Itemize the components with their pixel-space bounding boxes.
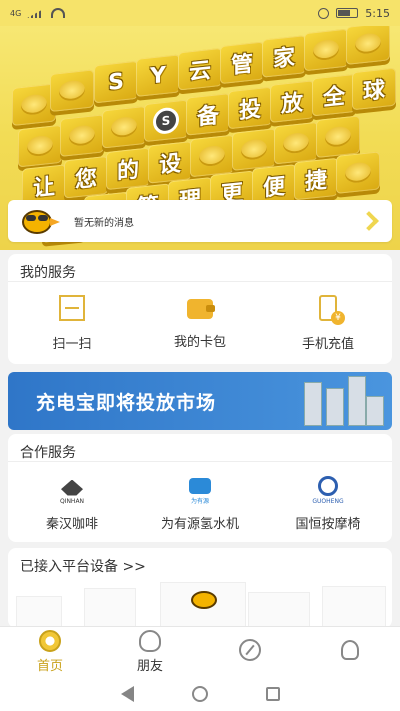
network-type: 4G bbox=[10, 8, 22, 18]
section-title: 合作服务 bbox=[8, 434, 392, 462]
partner-label: 为有源氢水机 bbox=[160, 516, 239, 532]
logo-cube: S bbox=[144, 99, 188, 143]
wallet-label: 我的卡包 bbox=[173, 335, 226, 350]
battery-icon bbox=[336, 8, 359, 18]
notice-text: 暂无新的消息 bbox=[74, 217, 134, 229]
coin-cube bbox=[274, 121, 318, 165]
coin-cube bbox=[50, 69, 94, 112]
coin-cube bbox=[346, 22, 390, 65]
phone-recharge-icon bbox=[319, 294, 345, 325]
coin-cube bbox=[316, 115, 360, 159]
coin-cube bbox=[304, 28, 348, 72]
coin-cube bbox=[232, 128, 276, 171]
device-thumbnail[interactable] bbox=[322, 586, 386, 628]
kiosk-image bbox=[304, 382, 322, 426]
hero-char: 放 bbox=[270, 80, 314, 123]
kiosk-image bbox=[348, 376, 366, 426]
device-thumbnail[interactable] bbox=[248, 592, 310, 628]
banner-text: 充电宝即将投放市场 bbox=[36, 391, 217, 414]
device-thumbnail[interactable] bbox=[84, 588, 136, 628]
guoheng-logo: GUOHENG bbox=[308, 473, 348, 505]
hero-banner: S Y 云 管 家 S 备 投 放 全 球 让 您 的 设 管 理 更 便 捷 bbox=[0, 0, 400, 250]
status-time: 5:15 bbox=[365, 6, 390, 20]
phone-recharge-button[interactable]: 手机充值 bbox=[264, 282, 392, 364]
home-icon[interactable] bbox=[191, 685, 208, 702]
promo-banner[interactable]: 充电宝即将投放市场 bbox=[8, 372, 392, 430]
my-services-card: 我的服务 扫一扫 我的卡包 手机充值 bbox=[8, 254, 392, 364]
mascot-icon bbox=[18, 206, 60, 236]
hero-char: 全 bbox=[312, 73, 356, 117]
message-notice-bar[interactable]: 暂无新的消息 bbox=[8, 200, 392, 242]
connected-devices-card[interactable]: 已接入平台设备 >> bbox=[8, 548, 392, 628]
device-thumbnail[interactable] bbox=[160, 582, 246, 628]
recent-apps-icon[interactable] bbox=[265, 686, 280, 701]
mascot-icon bbox=[191, 591, 217, 609]
tab-label: 首页 bbox=[36, 658, 63, 674]
compass-icon bbox=[239, 639, 261, 661]
recharge-label: 手机充值 bbox=[301, 336, 354, 352]
hero-char: 的 bbox=[106, 147, 150, 191]
partner-qinhan-coffee[interactable]: QINHAN 秦汉咖啡 bbox=[8, 462, 136, 542]
hero-char: 设 bbox=[148, 141, 192, 184]
section-title: 我的服务 bbox=[8, 254, 392, 282]
hero-char: 云 bbox=[178, 47, 222, 91]
kiosk-image bbox=[326, 388, 344, 426]
signal-icon bbox=[27, 8, 46, 18]
kiosk-image bbox=[366, 396, 384, 426]
alarm-icon bbox=[318, 7, 330, 19]
hero-char: 投 bbox=[228, 86, 272, 130]
home-logo-icon bbox=[39, 629, 61, 652]
hero-char: 捷 bbox=[294, 157, 338, 201]
partner-services-card: 合作服务 QINHAN 秦汉咖啡 为有源 为有源氢水机 GUOHENG 国恒按摩… bbox=[8, 434, 392, 542]
tab-profile[interactable] bbox=[300, 627, 400, 676]
partner-hydrogen-water[interactable]: 为有源 为有源氢水机 bbox=[136, 462, 264, 542]
partner-label: 国恒按摩椅 bbox=[295, 516, 361, 532]
device-thumbnails bbox=[8, 578, 392, 628]
tab-friends[interactable]: 朋友 bbox=[100, 627, 200, 676]
chevron-right-icon[interactable] bbox=[359, 211, 379, 231]
scan-label: 扫一扫 bbox=[52, 336, 92, 352]
device-thumbnail[interactable] bbox=[16, 596, 62, 628]
partner-massage-chair[interactable]: GUOHENG 国恒按摩椅 bbox=[264, 462, 392, 542]
hero-char: Y bbox=[136, 54, 180, 97]
system-nav-bar bbox=[0, 676, 400, 711]
back-icon[interactable] bbox=[120, 685, 134, 702]
wallet-icon bbox=[187, 299, 215, 319]
hero-char: 球 bbox=[352, 67, 396, 111]
hero-char: 管 bbox=[220, 41, 264, 85]
friends-icon bbox=[139, 629, 161, 652]
coin-cube bbox=[190, 134, 234, 178]
bottom-tab-bar: 首页 朋友 bbox=[0, 626, 400, 676]
card-wallet-button[interactable]: 我的卡包 bbox=[136, 282, 264, 364]
coin-cube bbox=[102, 105, 146, 149]
tab-home[interactable]: 首页 bbox=[0, 627, 100, 676]
coin-cube bbox=[18, 124, 62, 168]
hero-char: S bbox=[94, 60, 138, 104]
scan-button[interactable]: 扫一扫 bbox=[8, 282, 136, 364]
wifi-icon bbox=[51, 8, 66, 18]
tab-label: 朋友 bbox=[136, 658, 163, 674]
hero-char: 您 bbox=[64, 155, 108, 199]
hero-char: 备 bbox=[186, 93, 230, 136]
weiyouyuan-logo: 为有源 bbox=[180, 473, 220, 505]
hero-char: 家 bbox=[262, 35, 306, 78]
partner-label: 秦汉咖啡 bbox=[45, 516, 98, 532]
status-bar: 4G 5:15 bbox=[0, 0, 400, 26]
user-icon bbox=[341, 640, 359, 660]
section-title[interactable]: 已接入平台设备 >> bbox=[8, 548, 392, 576]
scan-icon bbox=[59, 294, 85, 321]
coin-cube bbox=[336, 151, 380, 194]
coin-cube bbox=[60, 114, 104, 157]
hero-cube-grid: S Y 云 管 家 S 备 投 放 全 球 让 您 的 设 管 理 更 便 捷 bbox=[12, 8, 396, 243]
tab-discover[interactable] bbox=[200, 627, 300, 676]
qinhan-logo: QINHAN bbox=[52, 473, 92, 505]
